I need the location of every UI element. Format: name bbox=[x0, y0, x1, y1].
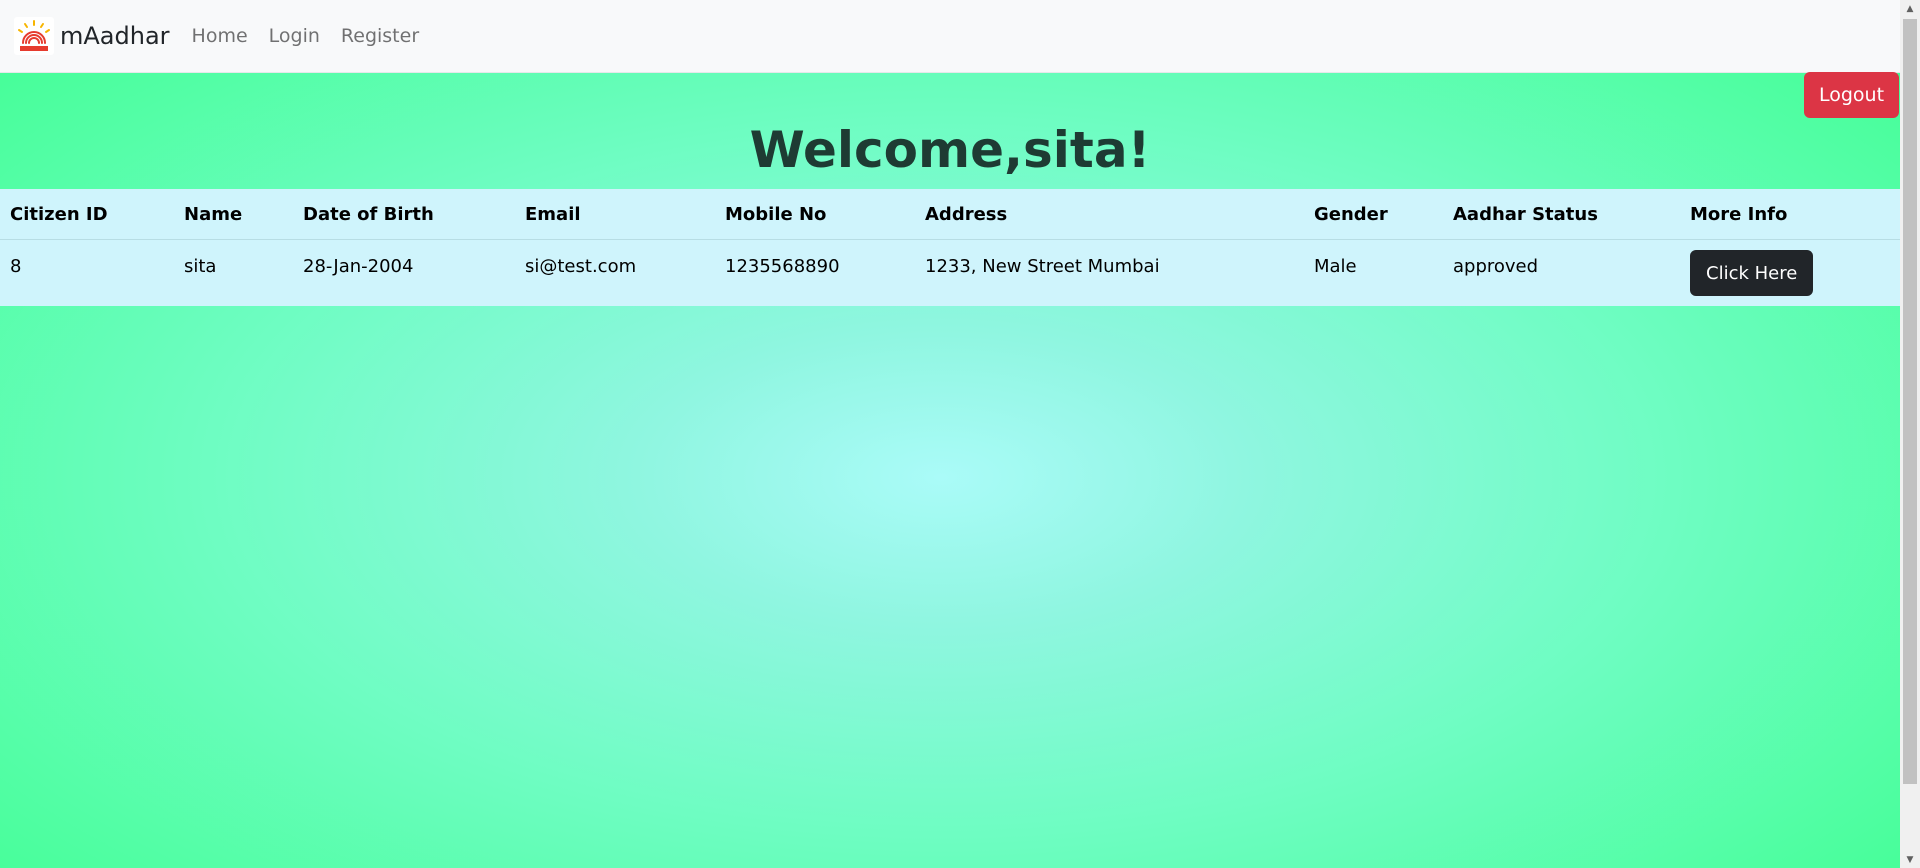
brand-name: mAadhar bbox=[60, 22, 170, 50]
cell-gender: Male bbox=[1314, 256, 1357, 277]
navbar: mAadhar Home Login Register bbox=[0, 0, 1900, 73]
logout-button[interactable]: Logout bbox=[1804, 72, 1899, 118]
nav-link-home[interactable]: Home bbox=[192, 25, 248, 47]
nav-link-login[interactable]: Login bbox=[269, 25, 320, 47]
header-name: Name bbox=[174, 189, 293, 240]
cell-address: 1233, New Street Mumbai bbox=[925, 256, 1160, 277]
cell-status: approved bbox=[1453, 256, 1539, 277]
citizen-table: Citizen ID Name Date of Birth Email Mobi… bbox=[0, 189, 1900, 306]
brand[interactable]: mAadhar bbox=[14, 17, 170, 55]
header-more-info: More Info bbox=[1680, 189, 1900, 240]
nav-link-register[interactable]: Register bbox=[341, 25, 419, 47]
click-here-button[interactable]: Click Here bbox=[1690, 250, 1814, 296]
page: mAadhar Home Login Register Logout Welco… bbox=[0, 0, 1920, 868]
table-row: 8 sita 28-Jan-2004 si@test.com 123556889… bbox=[0, 240, 1900, 306]
scrollbar-thumb[interactable] bbox=[1903, 19, 1917, 784]
cell-citizen-id: 8 bbox=[10, 256, 22, 277]
header-email: Email bbox=[515, 189, 715, 240]
header-dob: Date of Birth bbox=[293, 189, 515, 240]
header-gender: Gender bbox=[1304, 189, 1443, 240]
aadhaar-logo-icon bbox=[14, 17, 54, 55]
header-aadhar-status: Aadhar Status bbox=[1443, 189, 1680, 240]
table-header-row: Citizen ID Name Date of Birth Email Mobi… bbox=[0, 189, 1900, 240]
header-mobile: Mobile No bbox=[715, 189, 915, 240]
cell-name: sita bbox=[184, 256, 217, 277]
vertical-scrollbar[interactable]: ▲ ▼ bbox=[1900, 0, 1920, 868]
cell-mobile: 1235568890 bbox=[725, 256, 840, 277]
welcome-heading: Welcome,sita! bbox=[749, 121, 1151, 179]
cell-email: si@test.com bbox=[525, 256, 637, 277]
scroll-up-arrow-icon[interactable]: ▲ bbox=[1900, 0, 1920, 17]
cell-dob: 28-Jan-2004 bbox=[303, 256, 414, 277]
header-citizen-id: Citizen ID bbox=[0, 189, 174, 240]
scroll-down-arrow-icon[interactable]: ▼ bbox=[1900, 851, 1920, 868]
citizen-table-container: Citizen ID Name Date of Birth Email Mobi… bbox=[0, 189, 1900, 306]
nav-links: Home Login Register bbox=[192, 25, 441, 47]
cell-more-info: Click Here bbox=[1680, 240, 1900, 306]
header-address: Address bbox=[915, 189, 1304, 240]
